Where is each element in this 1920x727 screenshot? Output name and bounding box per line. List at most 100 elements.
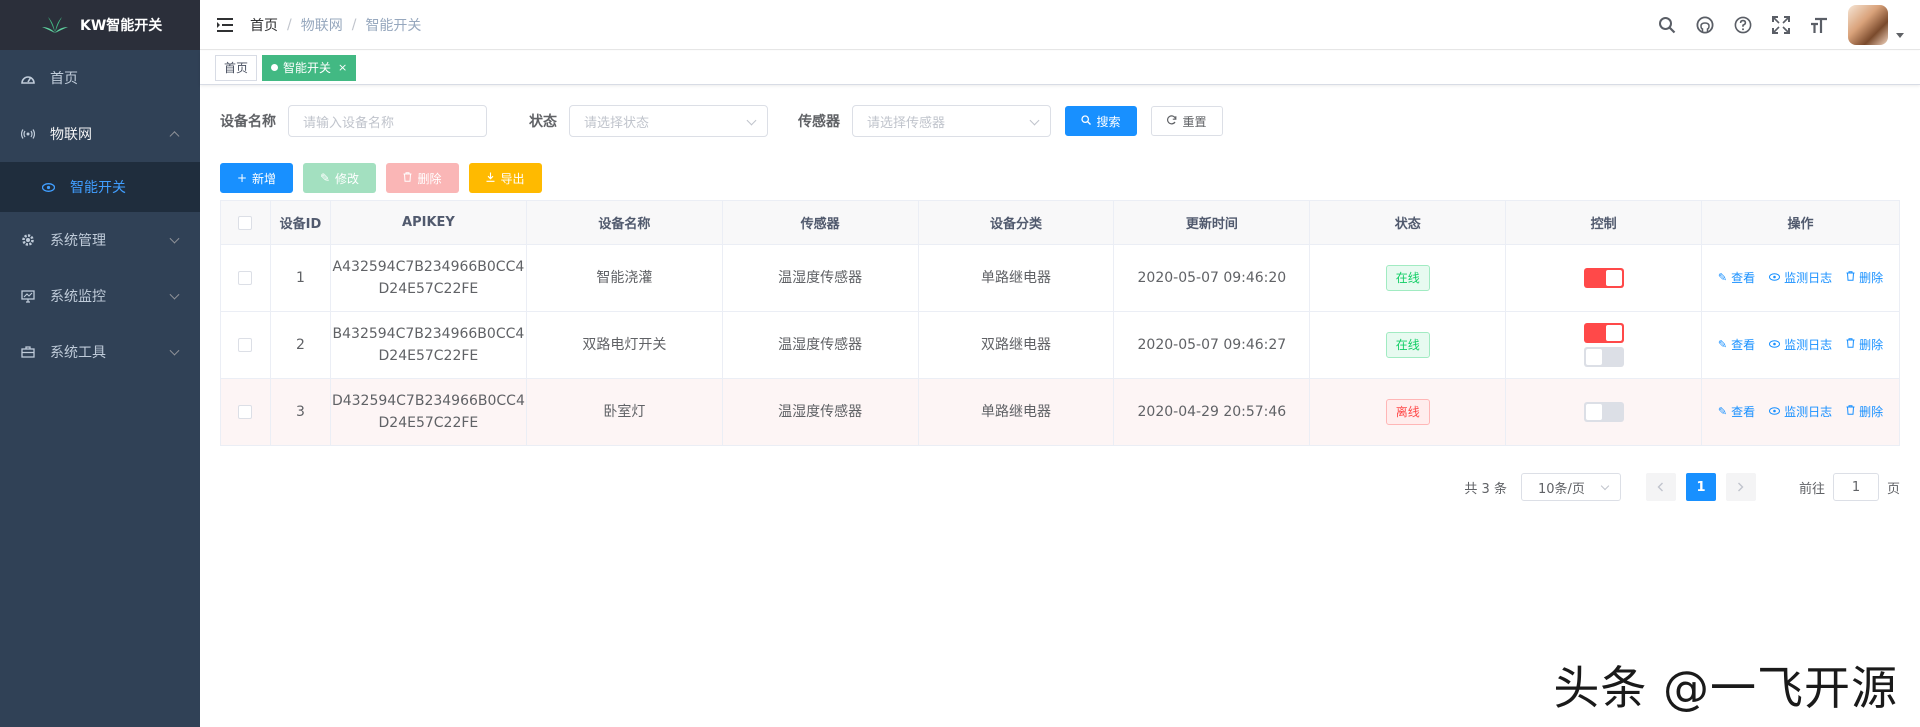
breadcrumb-separator: /	[287, 16, 292, 33]
cell-apikey: A432594C7B234966B0CC4 D24E57C22FE	[329, 244, 527, 312]
avatar[interactable]	[1848, 5, 1888, 45]
table-row[interactable]: 3 D432594C7B234966B0CC4 D24E57C22FE 卧室灯 温…	[220, 378, 1900, 446]
eye-icon	[1769, 334, 1781, 356]
column-header[interactable]: 操作	[1701, 200, 1900, 245]
table-row[interactable]: 1 A432594C7B234966B0CC4 D24E57C22FE 智能浇灌 …	[220, 244, 1900, 312]
breadcrumb-iot[interactable]: 物联网	[301, 15, 343, 35]
sidebar-item-smart-switch[interactable]: 智能开关	[0, 162, 200, 212]
view-link[interactable]: ✎ 查看	[1718, 334, 1755, 356]
select-all-checkbox[interactable]	[238, 215, 253, 230]
row-checkbox[interactable]	[238, 338, 253, 352]
font-size-icon[interactable]	[1800, 0, 1838, 50]
sidebar-item-label: 系统监控	[50, 289, 106, 305]
sidebar-item-system-monitor[interactable]: 系统监控	[0, 268, 200, 324]
navbar-tools	[1648, 0, 1920, 50]
help-icon[interactable]	[1724, 0, 1762, 50]
chevron-right-icon	[1738, 482, 1744, 492]
column-header[interactable]: 控制	[1505, 200, 1703, 245]
cell-status: 离线	[1309, 378, 1507, 446]
monitor-icon	[20, 288, 36, 304]
cell-device-id: 1	[269, 244, 331, 312]
cell-ops: ✎ 查看 监测日志 删除	[1701, 311, 1900, 379]
status-placeholder: 请选择状态	[584, 115, 650, 131]
device-name-label: 设备名称	[220, 114, 276, 130]
trash-icon	[1846, 334, 1855, 356]
chevron-down-icon	[1600, 481, 1610, 491]
goto-page-value: 1	[1851, 479, 1861, 495]
goto-page-input[interactable]: 1	[1832, 473, 1879, 501]
sidebar-item-home[interactable]: 首页	[0, 50, 200, 106]
relay-switch[interactable]	[1583, 402, 1624, 422]
search-button[interactable]: 搜索	[1065, 106, 1137, 136]
cell-device-id: 3	[269, 378, 331, 446]
sidebar-item-iot[interactable]: 物联网	[0, 106, 200, 162]
github-icon[interactable]	[1686, 0, 1724, 50]
view-link[interactable]: ✎ 查看	[1718, 267, 1755, 289]
row-checkbox[interactable]	[238, 271, 253, 285]
cell-sensor: 温湿度传感器	[721, 378, 919, 446]
sidebar-item-label: 系统管理	[50, 233, 106, 249]
cell-category: 单路继电器	[917, 244, 1115, 312]
cell-category: 单路继电器	[917, 378, 1115, 446]
cell-apikey: D432594C7B234966B0CC4 D24E57C22FE	[329, 378, 527, 446]
monitor-log-link[interactable]: 监测日志	[1769, 267, 1832, 289]
delete-link[interactable]: 删除	[1846, 334, 1883, 356]
fullscreen-icon[interactable]	[1762, 0, 1800, 50]
caret-down-icon[interactable]	[1896, 32, 1904, 38]
relay-switch-2[interactable]	[1583, 347, 1624, 367]
monitor-log-link[interactable]: 监测日志	[1769, 401, 1832, 423]
sidebar: KW智能开关 首页 物联网 智能开关 系统管理 系统监控 系统工具	[0, 0, 200, 727]
tag-smart-switch[interactable]: 智能开关 ×	[262, 54, 357, 81]
cell-ops: ✎ 查看 监测日志 删除	[1701, 378, 1900, 446]
column-header[interactable]: 设备名称	[525, 200, 723, 245]
column-header[interactable]: 设备分类	[917, 200, 1115, 245]
delete-button-label: 删除	[417, 171, 442, 186]
apikey-line: D24E57C22FE	[378, 281, 479, 297]
tag-home[interactable]: 首页	[215, 54, 258, 81]
column-header[interactable]: APIKEY	[329, 200, 527, 245]
status-select[interactable]: 请选择状态	[569, 105, 768, 137]
row-checkbox[interactable]	[238, 405, 253, 419]
close-icon[interactable]: ×	[338, 56, 347, 80]
table-row[interactable]: 2 B432594C7B234966B0CC4 D24E57C22FE 双路电灯开…	[220, 311, 1900, 379]
cell-control	[1505, 378, 1703, 446]
view-label: 查看	[1731, 338, 1756, 352]
relay-switch[interactable]	[1583, 268, 1624, 288]
eye-icon	[1769, 267, 1781, 289]
device-name-input[interactable]: 请输入设备名称	[288, 105, 487, 137]
column-header[interactable]: 更新时间	[1113, 200, 1311, 245]
breadcrumb-separator: /	[351, 16, 357, 33]
delete-link[interactable]: 删除	[1846, 267, 1883, 289]
row-actions: ✎ 查看 监测日志 删除	[1702, 401, 1899, 423]
page-size-select[interactable]: 10条/页	[1520, 473, 1621, 501]
reset-button[interactable]: 重置	[1151, 106, 1223, 136]
page-number-current[interactable]: 1	[1685, 473, 1716, 501]
monitor-log-link[interactable]: 监测日志	[1769, 334, 1832, 356]
logo[interactable]: KW智能开关	[0, 0, 200, 50]
prev-page-button[interactable]	[1645, 473, 1676, 501]
view-link[interactable]: ✎ 查看	[1718, 401, 1755, 423]
relay-switch-1[interactable]	[1583, 323, 1624, 343]
chevron-left-icon	[1657, 482, 1664, 492]
column-header[interactable]: 设备ID	[269, 200, 331, 245]
cell-updated: 2020-04-29 20:57:46	[1113, 378, 1311, 446]
search-icon[interactable]	[1648, 0, 1686, 50]
add-button[interactable]: + 新增	[220, 163, 293, 193]
iot-signal-icon	[20, 126, 36, 142]
sidebar-item-system-management[interactable]: 系统管理	[0, 212, 200, 268]
delete-button[interactable]: 删除	[386, 163, 459, 193]
breadcrumb-home[interactable]: 首页	[250, 15, 278, 35]
delete-link[interactable]: 删除	[1846, 401, 1883, 423]
next-page-button[interactable]	[1725, 473, 1756, 501]
export-button[interactable]: 导出	[469, 163, 542, 193]
navbar: 首页 / 物联网 / 智能开关	[200, 0, 1920, 50]
cell-status: 在线	[1309, 311, 1507, 379]
sidebar-item-system-tools[interactable]: 系统工具	[0, 324, 200, 380]
sensor-select[interactable]: 请选择传感器	[852, 105, 1051, 137]
hamburger-icon[interactable]	[216, 16, 234, 34]
breadcrumb-smart-switch: 智能开关	[365, 17, 422, 34]
column-header[interactable]: 状态	[1309, 200, 1507, 245]
edit-button[interactable]: ✎ 修改	[303, 163, 376, 193]
status-badge: 在线	[1385, 265, 1430, 291]
column-header[interactable]: 传感器	[721, 200, 919, 245]
